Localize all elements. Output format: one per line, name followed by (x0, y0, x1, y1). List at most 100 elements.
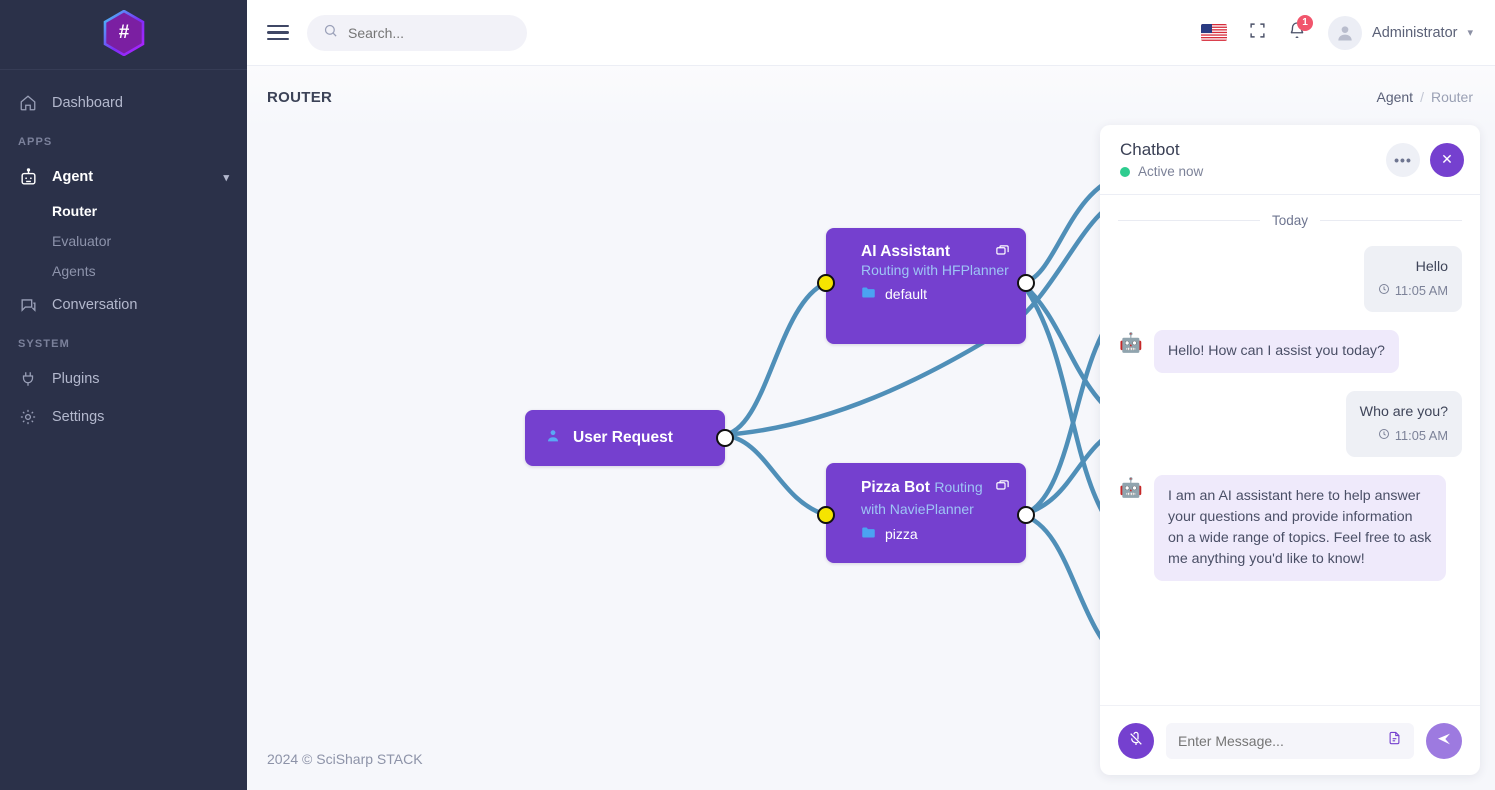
send-button[interactable] (1426, 723, 1462, 759)
user-menu[interactable]: Administrator ▾ (1328, 16, 1473, 50)
topbar-right: 1 Administrator ▾ (1201, 16, 1473, 50)
message-bubble: I am an AI assistant here to help answer… (1154, 475, 1446, 581)
chat-day-label: Today (1272, 213, 1308, 228)
breadcrumb-separator: / (1420, 89, 1424, 105)
router-flow-canvas[interactable]: User Request AI Assistant Routing with H… (267, 128, 1122, 728)
sidebar-item-plugins[interactable]: Plugins (0, 360, 247, 398)
sidebar-item-label: Plugins (52, 371, 100, 387)
status-dot-icon (1120, 167, 1130, 177)
chat-status-label: Active now (1138, 164, 1203, 179)
notifications-button[interactable]: 1 (1288, 21, 1306, 45)
message-time-label: 11:05 AM (1395, 282, 1448, 301)
search-input[interactable] (348, 25, 511, 41)
page-title: ROUTER (267, 89, 332, 106)
flow-node-ai-assistant[interactable]: AI Assistant Routing with HFPlanner defa… (826, 228, 1026, 344)
sidebar-item-evaluator[interactable]: Evaluator (0, 226, 247, 256)
chat-header-actions: ••• ✕ (1386, 143, 1464, 177)
duplicate-icon[interactable] (995, 479, 1010, 499)
flow-node-folder-label: default (885, 286, 927, 302)
sidebar-item-label: Agent (52, 169, 93, 185)
message-text: I am an AI assistant here to help answer… (1168, 486, 1432, 570)
chat-header-info: Chatbot Active now (1120, 140, 1203, 179)
sidebar: # Dashboard APPS Ag (0, 0, 247, 790)
flow-node-folder: pizza (861, 526, 1010, 542)
flow-port-out[interactable] (716, 429, 734, 447)
sidebar-item-dashboard[interactable]: Dashboard (0, 84, 247, 122)
message-bubble: Who are you? 11:05 AM (1346, 391, 1462, 457)
duplicate-icon[interactable] (995, 244, 1010, 264)
message-time-label: 11:05 AM (1395, 427, 1448, 446)
sidebar-item-router[interactable]: Router (0, 196, 247, 226)
sidebar-section-system: SYSTEM (0, 324, 247, 360)
chat-more-button[interactable]: ••• (1386, 143, 1420, 177)
folder-icon (861, 286, 876, 302)
chat-title: Chatbot (1120, 140, 1203, 160)
separator-line (1320, 220, 1462, 221)
message-text: Hello (1378, 257, 1448, 278)
message-input-wrap[interactable] (1166, 723, 1414, 759)
flow-node-pizza-bot[interactable]: Pizza Bot Routing with NaviePlanner pizz… (826, 463, 1026, 563)
main-area: 1 Administrator ▾ ROUTER Agent / (247, 0, 1495, 790)
chat-status: Active now (1120, 164, 1203, 179)
message-bubble: Hello! How can I assist you today? (1154, 330, 1399, 373)
send-icon (1436, 731, 1452, 750)
search-box[interactable] (307, 15, 527, 51)
flow-node-subtitle: Routing with HFPlanner (861, 261, 1010, 279)
chat-day-separator: Today (1118, 213, 1462, 228)
breadcrumb: Agent / Router (1376, 89, 1473, 105)
chat-icon (18, 295, 38, 315)
folder-icon (861, 526, 876, 542)
chat-message-user: Who are you? 11:05 AM (1118, 391, 1462, 457)
mic-muted-icon (1128, 731, 1144, 750)
chat-message-bot: 🤖 Hello! How can I assist you today? (1118, 330, 1462, 373)
message-input[interactable] (1178, 733, 1379, 749)
person-icon (545, 428, 561, 449)
topbar: 1 Administrator ▾ (247, 0, 1495, 66)
chat-message-user: Hello 11:05 AM (1118, 246, 1462, 312)
flow-port-in[interactable] (817, 506, 835, 524)
sidebar-item-settings[interactable]: Settings (0, 398, 247, 436)
us-flag-icon[interactable] (1201, 24, 1227, 41)
app-logo[interactable]: # (0, 0, 247, 66)
message-text: Hello! How can I assist you today? (1168, 341, 1385, 362)
chat-close-button[interactable]: ✕ (1430, 143, 1464, 177)
bot-avatar-icon: 🤖 (1118, 330, 1144, 356)
sidebar-item-conversation[interactable]: Conversation (0, 286, 247, 324)
robot-icon (18, 167, 38, 187)
sidebar-item-label: Dashboard (52, 95, 123, 111)
sidebar-item-agent[interactable]: Agent ▾ (0, 158, 247, 196)
chat-messages[interactable]: Today Hello 11:05 AM (1100, 195, 1480, 705)
separator-line (1118, 220, 1260, 221)
sidebar-item-label: Settings (52, 409, 104, 425)
expand-icon[interactable] (1249, 22, 1266, 44)
flow-port-in[interactable] (817, 274, 835, 292)
file-icon[interactable] (1387, 730, 1402, 751)
sidebar-item-agents[interactable]: Agents (0, 256, 247, 286)
flow-node-folder: default (861, 286, 1010, 302)
plug-icon (18, 369, 38, 389)
avatar (1328, 16, 1362, 50)
sidebar-divider (0, 69, 247, 70)
chevron-down-icon[interactable]: ▾ (223, 171, 229, 184)
flow-port-out[interactable] (1017, 274, 1035, 292)
chevron-down-icon: ▾ (1467, 26, 1473, 39)
sidebar-section-apps: APPS (0, 122, 247, 158)
clock-icon (1378, 282, 1390, 301)
mic-muted-button[interactable] (1118, 723, 1154, 759)
chat-header: Chatbot Active now ••• ✕ (1100, 125, 1480, 195)
chat-message-bot: 🤖 I am an AI assistant here to help answ… (1118, 475, 1462, 581)
flow-node-folder-label: pizza (885, 526, 918, 542)
app-root: # Dashboard APPS Ag (0, 0, 1495, 790)
message-text: Who are you? (1360, 402, 1448, 423)
breadcrumb-parent[interactable]: Agent (1376, 89, 1413, 105)
page-header: ROUTER Agent / Router (247, 66, 1495, 128)
hamburger-icon[interactable] (267, 25, 289, 41)
flow-port-out[interactable] (1017, 506, 1035, 524)
footer-text: 2024 © SciSharp STACK (267, 751, 423, 767)
flow-node-title: User Request (573, 428, 673, 447)
chat-composer (1100, 705, 1480, 775)
flow-node-user-request[interactable]: User Request (525, 410, 725, 466)
flow-node-title: Pizza Bot (861, 479, 930, 496)
message-bubble: Hello 11:05 AM (1364, 246, 1462, 312)
sidebar-item-label: Conversation (52, 297, 137, 313)
